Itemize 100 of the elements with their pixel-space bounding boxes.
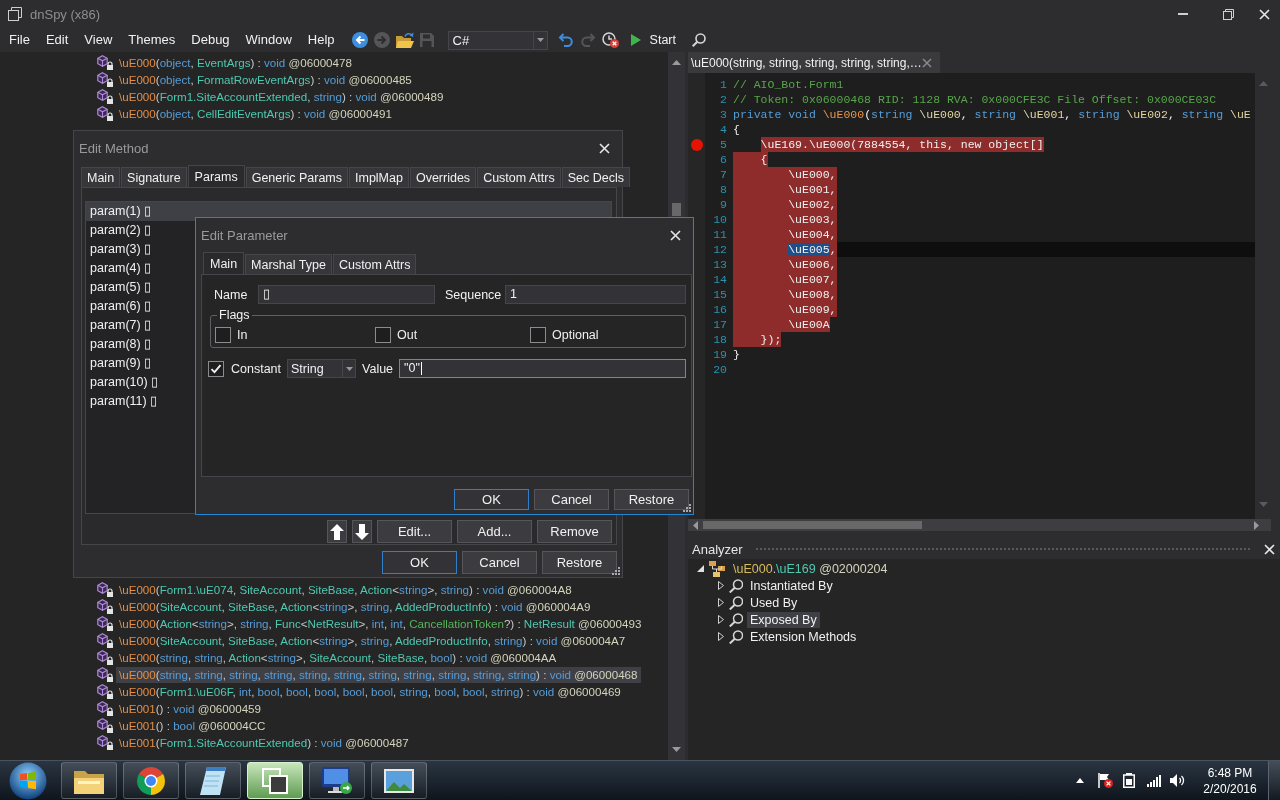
- tab[interactable]: Main: [203, 252, 245, 274]
- language-dropdown[interactable]: C#: [447, 30, 548, 50]
- tab[interactable]: Sec Decls: [561, 167, 630, 187]
- flag-icon[interactable]: [1098, 773, 1113, 788]
- tab[interactable]: ImplMap: [349, 167, 409, 187]
- tree-item[interactable]: \uE000(object, CellEditEventArgs) : void @06000491: [116, 105, 395, 122]
- window-title: dnSpy (x86): [30, 6, 101, 22]
- type-dropdown[interactable]: String: [287, 359, 357, 378]
- tree-item[interactable]: \uE000(Form1.SiteAccountExtended, string) : void @06000489: [116, 88, 447, 105]
- list-item[interactable]: param(5) ▯: [86, 278, 156, 297]
- add-button[interactable]: Add...: [457, 520, 532, 543]
- list-item[interactable]: param(9) ▯: [86, 354, 156, 373]
- checkbox[interactable]: [375, 327, 391, 343]
- ok-button[interactable]: OK: [454, 489, 529, 510]
- battery-icon[interactable]: [1123, 773, 1135, 788]
- tab[interactable]: Signature: [121, 167, 187, 187]
- tree-item[interactable]: \uE000(object, EventArgs) : void @06000478: [116, 54, 355, 71]
- scroll-down-icon[interactable]: [672, 747, 681, 752]
- cube-lock-icon: [97, 718, 113, 733]
- tab[interactable]: Main: [81, 167, 121, 187]
- scroll-thumb[interactable]: [703, 521, 922, 529]
- taskbar-button[interactable]: [247, 762, 303, 799]
- move-up-button[interactable]: [327, 520, 347, 543]
- remove-button[interactable]: Remove: [537, 520, 612, 543]
- sequence-field[interactable]: 1: [505, 285, 686, 304]
- tree-item[interactable]: \uE000(Action<string>, string, Func<NetResult>, int, int, CancellationToken?) : NetResult @06000493: [116, 615, 645, 632]
- tree-item[interactable]: \uE001() : void @06000459: [116, 700, 264, 717]
- menu-item[interactable]: Help: [299, 30, 343, 50]
- list-item[interactable]: param(10) ▯: [86, 373, 163, 392]
- list-item[interactable]: param(6) ▯: [86, 297, 156, 316]
- checkbox[interactable]: [215, 327, 231, 343]
- menu-item[interactable]: View: [76, 30, 121, 50]
- tab[interactable]: Custom Attrs: [477, 167, 561, 187]
- document-tab[interactable]: \uE000(string, string, string, string, string,…: [688, 52, 940, 73]
- list-item[interactable]: param(2) ▯: [86, 221, 156, 240]
- ok-button[interactable]: OK: [382, 551, 457, 574]
- line-number: 15: [712, 287, 728, 302]
- cancel-button[interactable]: Cancel: [462, 551, 537, 574]
- field-label: Value: [362, 361, 394, 376]
- start-orb-icon[interactable]: [9, 761, 47, 800]
- tree-item[interactable]: \uE000(SiteAccount, SiteBase, Action<string>, string, AddedProductInfo, string) : void @060004A7: [116, 632, 629, 649]
- menu-item[interactable]: File: [1, 30, 38, 50]
- undo-icon[interactable]: [557, 33, 574, 47]
- tab[interactable]: Custom Attrs: [332, 254, 417, 274]
- up-triangle-icon[interactable]: [1076, 778, 1084, 783]
- tree-item[interactable]: \uE000.\uE169 @02000204: [730, 560, 891, 577]
- tree-item[interactable]: \uE001(Form1.SiteAccountExtended) : void @06000487: [116, 734, 412, 751]
- scroll-thumb[interactable]: [672, 203, 681, 216]
- tree-item[interactable]: \uE000(string, string, Action<string>, SiteAccount, SiteBase, bool) : void @060004AA: [116, 649, 560, 666]
- tab[interactable]: Generic Params: [245, 167, 348, 187]
- search-icon[interactable]: [692, 33, 706, 47]
- list-item[interactable]: param(4) ▯: [86, 259, 156, 278]
- tree-item[interactable]: \uE000(SiteAccount, SiteBase, Action<string>, string, AddedProductInfo) : void @060004A9: [116, 598, 594, 615]
- tree-item[interactable]: \uE000(string, string, string, string, string, string, string, string, string, string, string) : void @06000468: [116, 666, 641, 683]
- collapsed-arrow-icon[interactable]: [718, 581, 724, 590]
- tab[interactable]: Marshal Type: [245, 254, 332, 274]
- name-field[interactable]: ▯: [258, 285, 435, 304]
- search-icon: [729, 578, 743, 593]
- list-item[interactable]: param(8) ▯: [86, 335, 156, 354]
- menu-item[interactable]: Themes: [120, 30, 184, 50]
- checkbox-label: Optional: [552, 328, 599, 342]
- speaker-icon[interactable]: [1170, 774, 1185, 787]
- value-field[interactable]: "0": [399, 359, 686, 378]
- list-item[interactable]: param(3) ▯: [86, 240, 156, 259]
- menu-item[interactable]: Edit: [37, 30, 77, 50]
- tree-item[interactable]: \uE000(Form1.\uE06F, int, bool, bool, bool, bool, bool, string, bool, bool, string) : void @06000469: [116, 683, 624, 700]
- tree-item[interactable]: \uE000(Form1.\uE074, SiteAccount, SiteBase, Action<string>, string) : void @060004A8: [116, 581, 575, 598]
- menu-item[interactable]: Debug: [183, 30, 238, 50]
- tree-item[interactable]: Exposed By: [747, 611, 820, 628]
- start-button[interactable]: Start: [630, 33, 676, 47]
- list-item[interactable]: param(11) ▯: [86, 392, 162, 411]
- tree-item[interactable]: \uE000(object, FormatRowEventArgs) : void @06000485: [116, 71, 415, 88]
- collapsed-arrow-icon[interactable]: [718, 615, 724, 624]
- collapsed-arrow-icon[interactable]: [718, 598, 724, 607]
- tab[interactable]: Overrides: [409, 167, 477, 187]
- restore-icon[interactable]: [1223, 8, 1234, 20]
- restore-button[interactable]: Restore: [542, 551, 617, 574]
- checkbox[interactable]: [208, 360, 224, 377]
- tree-item[interactable]: \uE001() : bool @060004CC: [116, 717, 269, 734]
- list-item[interactable]: param(7) ▯: [86, 316, 156, 335]
- checkbox[interactable]: [530, 327, 546, 343]
- menu-item[interactable]: Window: [237, 30, 300, 50]
- restore-button[interactable]: Restore: [614, 489, 689, 510]
- show-desktop-button[interactable]: [1268, 761, 1280, 800]
- expanded-arrow-icon[interactable]: [697, 565, 704, 572]
- scroll-up-icon[interactable]: [672, 60, 681, 65]
- clock-icon[interactable]: [601, 32, 619, 48]
- tree-item[interactable]: Used By: [747, 594, 801, 611]
- tree-item[interactable]: Extension Methods: [747, 628, 860, 645]
- signal-bars-icon[interactable]: [1147, 774, 1161, 787]
- search-icon: [729, 629, 743, 644]
- folder-icon[interactable]: [395, 32, 414, 48]
- edit-button[interactable]: Edit...: [377, 520, 452, 543]
- cancel-button[interactable]: Cancel: [534, 489, 609, 510]
- scroll-left-icon[interactable]: [693, 520, 698, 530]
- move-down-button[interactable]: [352, 520, 372, 543]
- scroll-right-icon[interactable]: [1254, 520, 1259, 530]
- tab[interactable]: Params: [187, 165, 245, 187]
- collapsed-arrow-icon[interactable]: [718, 632, 724, 641]
- tree-item[interactable]: Instantiated By: [747, 577, 836, 594]
